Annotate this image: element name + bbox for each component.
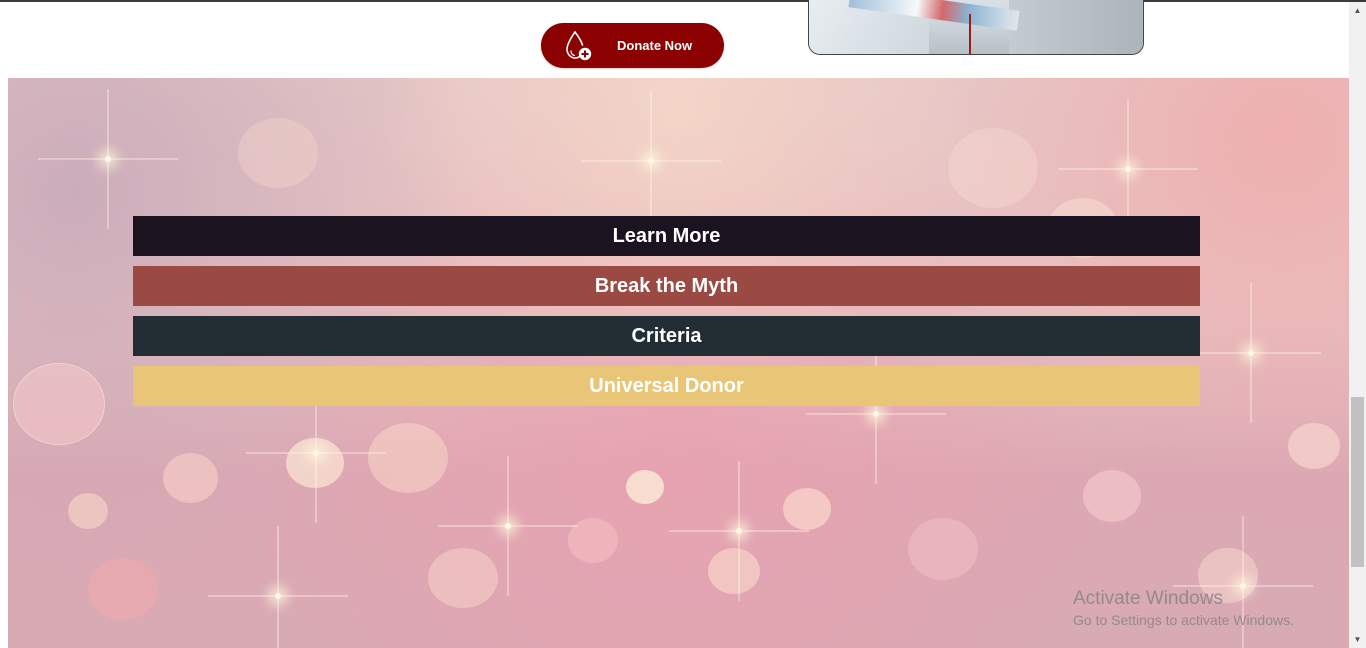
donate-now-label: Donate Now [617, 38, 693, 53]
scroll-down-arrow-icon[interactable]: ▼ [1349, 631, 1366, 648]
break-the-myth-label: Break the Myth [594, 274, 739, 297]
criteria-button[interactable]: Criteria [133, 316, 1200, 356]
learn-more-button[interactable]: Learn More [133, 216, 1200, 256]
activate-windows-subtitle: Go to Settings to activate Windows. [1073, 612, 1294, 628]
vertical-scrollbar[interactable]: ▲ ▼ [1349, 2, 1366, 648]
activate-windows-title: Activate Windows [1073, 588, 1223, 609]
activate-windows-watermark: Activate Windows Go to Settings to activ… [1073, 588, 1294, 630]
criteria-label: Criteria [631, 324, 702, 347]
donate-now-button[interactable]: Donate Now [541, 23, 724, 68]
page: Donate Now Learn More Break the Myth Cri… [0, 0, 1366, 648]
break-the-myth-button[interactable]: Break the Myth [133, 266, 1200, 306]
scrollbar-thumb[interactable] [1351, 397, 1364, 567]
blood-donation-photo [808, 0, 1144, 55]
universal-donor-button[interactable]: Universal Donor [133, 366, 1200, 406]
bokeh-background-section [8, 78, 1349, 648]
universal-donor-label: Universal Donor [589, 374, 744, 397]
learn-more-label: Learn More [612, 224, 721, 247]
scroll-up-arrow-icon[interactable]: ▲ [1349, 2, 1366, 19]
blood-drop-plus-icon [563, 29, 593, 63]
